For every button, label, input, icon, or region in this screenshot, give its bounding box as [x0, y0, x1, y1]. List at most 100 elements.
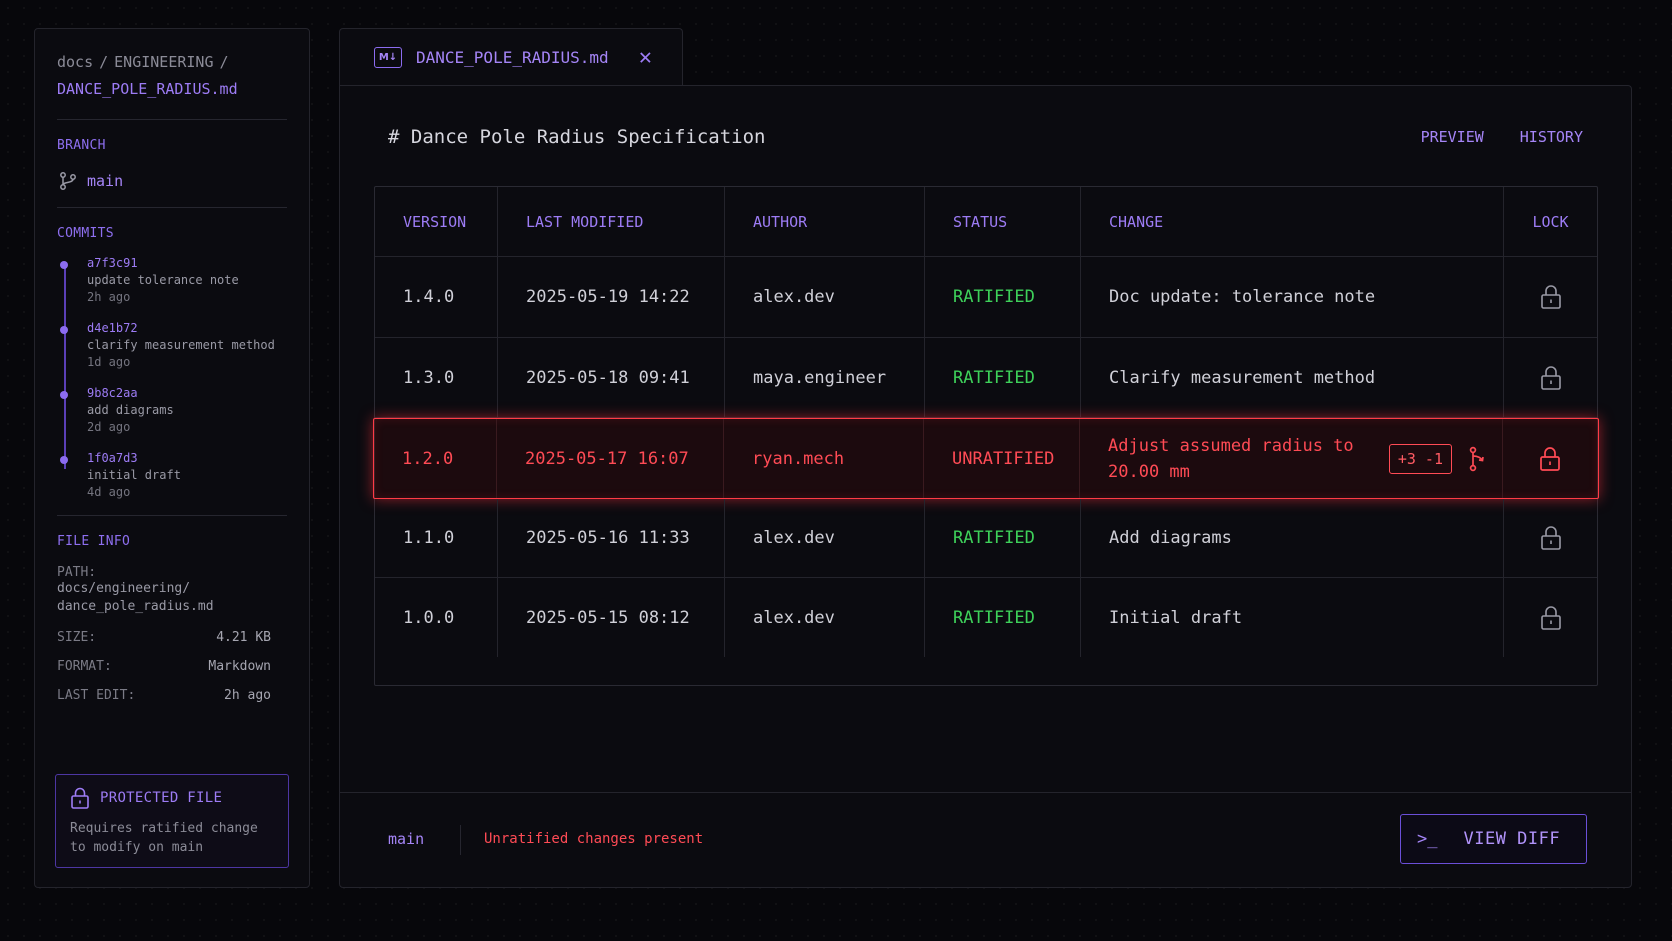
cell-modified: 2025-05-17 16:07 — [497, 419, 724, 498]
cell-status: RATIFIED — [925, 499, 1081, 577]
protected-file-notice: PROTECTED FILE Requires ratified change … — [55, 774, 289, 868]
commit-item[interactable]: 9b8c2aa add diagrams 2d ago — [60, 385, 287, 436]
commit-item[interactable]: d4e1b72 clarify measurement method 1d ag… — [60, 320, 287, 371]
commit-message: clarify measurement method — [87, 338, 275, 352]
commit-message: update tolerance note — [87, 273, 239, 287]
table-row[interactable]: 1.3.0 2025-05-18 09:41 maya.engineer RAT… — [375, 338, 1597, 418]
lock-icon — [71, 787, 89, 809]
file-format: Markdown — [208, 659, 271, 674]
commit-time: 1d ago — [87, 355, 131, 369]
commit-hash: d4e1b72 — [87, 321, 138, 335]
cell-version: 1.0.0 — [375, 578, 498, 657]
git-merge-icon[interactable] — [1466, 446, 1488, 472]
tab-file[interactable]: M↓ DANCE_POLE_RADIUS.md ✕ — [339, 28, 683, 86]
branch-selector[interactable]: main — [57, 171, 287, 191]
path-label: PATH: — [57, 565, 97, 580]
status-bar: main Unratified changes present >_ VIEW … — [340, 792, 1631, 887]
cell-author: maya.engineer — [725, 338, 925, 417]
cell-status: RATIFIED — [925, 338, 1081, 417]
breadcrumb-file: DANCE_POLE_RADIUS.md — [57, 80, 238, 98]
page-title: # Dance Pole Radius Specification — [388, 126, 766, 148]
file-last-edit: 2h ago — [224, 688, 271, 703]
breadcrumb-root[interactable]: docs — [57, 53, 93, 71]
col-status: STATUS — [925, 187, 1081, 256]
commit-dot — [60, 326, 68, 334]
cell-change: Clarify measurement method — [1081, 338, 1504, 417]
cell-author: ryan.mech — [724, 419, 924, 498]
commit-time: 2h ago — [87, 290, 131, 304]
cell-modified: 2025-05-19 14:22 — [498, 257, 725, 337]
cell-lock[interactable] — [1503, 419, 1596, 498]
col-author: AUTHOR — [725, 187, 925, 256]
table-row[interactable]: 1.1.0 2025-05-16 11:33 alex.dev RATIFIED… — [375, 499, 1597, 578]
table-row[interactable]: 1.0.0 2025-05-15 08:12 alex.dev RATIFIED… — [375, 578, 1597, 657]
cell-change: Initial draft — [1081, 578, 1504, 657]
commit-item[interactable]: a7f3c91 update tolerance note 2h ago — [60, 255, 287, 306]
commit-list: a7f3c91 update tolerance note 2h ago d4e… — [57, 255, 287, 501]
commit-hash: a7f3c91 — [87, 256, 138, 270]
divider — [57, 515, 287, 516]
file-size-row: SIZE: 4.21 KB — [57, 630, 271, 645]
doc-actions: PREVIEW HISTORY — [1421, 128, 1583, 146]
path-value-line1: docs/engineering/ — [57, 581, 191, 596]
cell-change: Doc update: tolerance note — [1081, 257, 1504, 337]
cell-version: 1.4.0 — [375, 257, 498, 337]
commit-time: 2d ago — [87, 420, 131, 434]
commit-item[interactable]: 1f0a7d3 initial draft 4d ago — [60, 450, 287, 501]
cell-modified: 2025-05-16 11:33 — [498, 499, 725, 577]
branch-section-title: BRANCH — [57, 138, 106, 153]
cell-change: Adjust assumed radius to 20.00 mm +3 -1 — [1080, 419, 1503, 498]
branch-name: main — [87, 172, 124, 190]
table-row[interactable]: 1.4.0 2025-05-19 14:22 alex.dev RATIFIED… — [375, 257, 1597, 338]
col-change: CHANGE — [1081, 187, 1504, 256]
divider — [57, 119, 287, 120]
col-modified: LAST MODIFIED — [498, 187, 725, 256]
history-button[interactable]: HISTORY — [1520, 128, 1583, 146]
commit-message: initial draft — [87, 468, 181, 482]
change-text-line1: Adjust assumed radius to — [1108, 435, 1354, 456]
cell-status: RATIFIED — [925, 257, 1081, 337]
commit-dot — [60, 261, 68, 269]
table-row-unratified[interactable]: 1.2.0 2025-05-17 16:07 ryan.mech UNRATIF… — [373, 418, 1599, 499]
breadcrumb: docs / ENGINEERING / — [57, 53, 229, 71]
lock-icon — [1540, 526, 1561, 550]
file-info-title: FILE INFO — [57, 534, 131, 549]
cell-lock[interactable] — [1504, 499, 1597, 577]
change-text-line2: 20.00 mm — [1108, 461, 1190, 482]
preview-button[interactable]: PREVIEW — [1421, 128, 1484, 146]
protected-desc-line1: Requires ratified change — [70, 821, 258, 836]
view-diff-button[interactable]: >_ VIEW DIFF — [1400, 814, 1587, 864]
protected-title: PROTECTED FILE — [100, 790, 223, 806]
cell-lock[interactable] — [1504, 257, 1597, 337]
protected-desc-line2: to modify on main — [70, 840, 204, 855]
commit-message: add diagrams — [87, 403, 174, 417]
cell-change: Add diagrams — [1081, 499, 1504, 577]
cell-modified: 2025-05-18 09:41 — [498, 338, 725, 417]
view-diff-label: VIEW DIFF — [1463, 829, 1561, 849]
commit-timeline — [64, 265, 66, 469]
commit-hash: 9b8c2aa — [87, 386, 138, 400]
cell-status: UNRATIFIED — [924, 419, 1080, 498]
cell-author: alex.dev — [725, 257, 925, 337]
sidebar: docs / ENGINEERING / DANCE_POLE_RADIUS.md B… — [34, 28, 310, 888]
git-branch-icon — [60, 172, 76, 190]
col-lock: LOCK — [1532, 212, 1569, 231]
file-size: 4.21 KB — [216, 630, 271, 645]
lock-icon — [1540, 285, 1561, 309]
cell-version: 1.1.0 — [375, 499, 498, 577]
breadcrumb-folder[interactable]: ENGINEERING — [114, 53, 213, 71]
cell-lock[interactable] — [1504, 578, 1597, 657]
markdown-icon: M↓ — [374, 47, 402, 68]
status-branch[interactable]: main — [388, 830, 424, 848]
terminal-icon: >_ — [1417, 829, 1438, 849]
diff-stat-badge[interactable]: +3 -1 — [1388, 443, 1452, 474]
cell-lock[interactable] — [1504, 338, 1597, 417]
tab-title: DANCE_POLE_RADIUS.md — [416, 48, 609, 67]
divider — [57, 207, 287, 208]
cell-status: RATIFIED — [925, 578, 1081, 657]
lock-icon — [1540, 605, 1561, 630]
close-icon[interactable]: ✕ — [639, 46, 652, 69]
cell-modified: 2025-05-15 08:12 — [498, 578, 725, 657]
table-header: VERSION LAST MODIFIED AUTHOR STATUS CHAN… — [375, 187, 1597, 257]
version-table: VERSION LAST MODIFIED AUTHOR STATUS CHAN… — [373, 186, 1599, 686]
